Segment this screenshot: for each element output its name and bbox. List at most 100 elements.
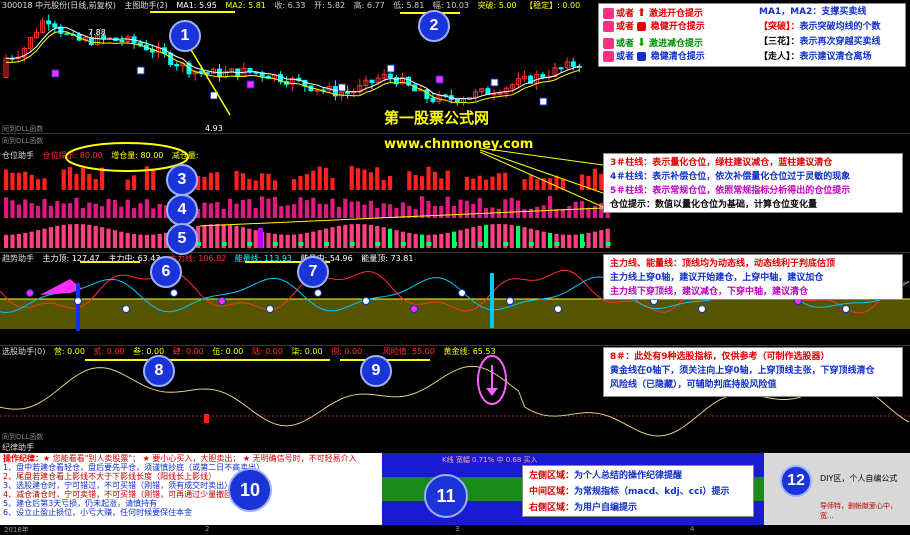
- diy-title: DIY区，个人自编公式: [820, 474, 898, 483]
- pink-square-icon: [603, 8, 614, 19]
- position-marker: [221, 242, 227, 246]
- position-bar: [528, 208, 533, 218]
- position-bar: [93, 203, 98, 218]
- position-bar: [228, 224, 233, 248]
- position-bar: [343, 224, 348, 248]
- position-marker: [298, 242, 304, 246]
- trend-dot: [842, 305, 850, 313]
- position-bar: [407, 171, 412, 190]
- position-bar: [119, 206, 124, 218]
- position-bar: [311, 231, 316, 248]
- position-bar: [432, 234, 437, 248]
- position-bar: [535, 206, 540, 218]
- position-bar: [375, 207, 380, 218]
- position-bar: [458, 199, 463, 218]
- position-bar: [215, 172, 220, 190]
- discipline-item: 5、建仓后第3天亏损，仍未起涨，请慎持有: [3, 499, 158, 508]
- position-bar: [42, 228, 47, 248]
- select-label: 柒: 0.00: [291, 347, 323, 356]
- position-bar: [432, 171, 437, 190]
- time-axis: 2018年 2 3 4: [0, 525, 910, 535]
- candle-body: [204, 72, 210, 75]
- position-bar: [394, 208, 399, 218]
- trend-notes: 主力线、能量线：顶线均为动态线，动态线利于判底估顶 主力线上穿0轴，建议开始建仓…: [603, 254, 903, 300]
- position-bar: [272, 180, 277, 190]
- position-bar: [599, 230, 604, 248]
- position-bar: [240, 173, 245, 190]
- discipline-left: 操作纪律：★ 您能看看"别人卖股票"； ★ 要小心买入，大胆卖出； ★ 无明确信…: [0, 453, 382, 525]
- position-bar: [208, 172, 213, 190]
- position-bar: [535, 179, 540, 190]
- legend-item-aggressive-reduce: 或者 ⬇ 激进减仓提示: [603, 35, 703, 50]
- position-bar: [330, 177, 335, 190]
- trend-dot: [506, 297, 514, 305]
- pink-square-icon: [603, 51, 614, 62]
- position-header: 仓位助手 仓位提示: 80.00 增仓量: 80.00 减仓量:: [2, 150, 205, 162]
- signal-marker: [435, 75, 444, 84]
- position-bar: [240, 199, 245, 218]
- position-bar: [272, 196, 277, 218]
- position-bar: [407, 232, 412, 248]
- position-bar: [528, 175, 533, 190]
- candlestick-chart[interactable]: [0, 0, 600, 133]
- position-bar: [311, 197, 316, 218]
- ohlc-amp: 幅: 10.03: [432, 1, 470, 10]
- trend-fill: [40, 279, 82, 295]
- position-bar: [125, 179, 130, 190]
- signal-marker: [539, 97, 548, 106]
- note-4: 4＃柱线：表示补偿仓位，依次补偿量化仓位过于灵敏的现象: [610, 170, 896, 184]
- position-bar: [221, 208, 226, 218]
- ma1-label: MA1: 5.95: [176, 1, 217, 10]
- callout-10: 10: [228, 468, 272, 512]
- position-bar: [541, 231, 546, 248]
- note-key: 5＃柱线：: [610, 186, 653, 196]
- position-bar: [215, 224, 220, 248]
- callout-7: 7: [297, 256, 329, 288]
- position-bar: [100, 206, 105, 218]
- position-bar: [336, 225, 341, 248]
- legend-text: 激进减仓提示: [648, 39, 703, 49]
- position-bar: [247, 199, 252, 218]
- position-bar: [439, 233, 444, 248]
- trend-note: 主力线下穿顶线，建议减仓，下穿中轴，建议清仓: [610, 287, 809, 297]
- position-bar: [567, 234, 572, 248]
- position-bar: [388, 175, 393, 190]
- select-marker: [204, 414, 209, 423]
- position-bar: [298, 197, 303, 218]
- position-bar: [260, 173, 265, 190]
- legend-key: 【三花】：: [759, 37, 800, 47]
- ohlc-close: 收: 6.33: [274, 1, 306, 10]
- select-label: 伍: 0.00: [212, 347, 244, 356]
- gold-line-value: 黄金线: 65.53: [443, 347, 496, 356]
- position-marker: [528, 242, 534, 246]
- legend-exit: 【走人】：表示建议清仓离场: [759, 50, 872, 65]
- position-bar: [522, 209, 527, 218]
- legend-desc: 支撑买卖线: [821, 7, 867, 17]
- callout-1: 1: [169, 20, 201, 52]
- candle-body: [168, 52, 174, 65]
- note-hint: 仓位提示：数值以量化仓位为基础，计算仓位变化量: [610, 198, 896, 212]
- trend-dot: [698, 305, 706, 313]
- position-bar: [48, 205, 53, 218]
- position-bar: [426, 234, 431, 248]
- legend-item-steady-open: 或者 稳健开仓提示: [603, 20, 705, 35]
- flag-breakout: 突破: 5.00: [477, 1, 517, 10]
- signal-marker: [386, 64, 395, 73]
- green-down-arrow-icon: ⬇: [636, 36, 647, 49]
- position-bar: [74, 224, 79, 248]
- position-bar: [157, 233, 162, 248]
- position-bar: [516, 225, 521, 248]
- position-bar: [394, 230, 399, 248]
- position-notes: 3＃柱线：表示量化仓位，绿柱建议减仓，蓝柱建议清仓 4＃柱线：表示补偿仓位，依次…: [603, 153, 903, 213]
- note-key: 仓位提示：: [610, 200, 656, 210]
- position-hint: 仓位提示: 80.00: [42, 151, 103, 160]
- position-bar: [522, 179, 527, 190]
- position-bar: [580, 201, 585, 218]
- position-bar: [324, 167, 329, 190]
- position-bar: [202, 224, 207, 248]
- red-up-arrow-icon: ⬆: [636, 6, 647, 19]
- position-bar: [496, 209, 501, 218]
- candle-body: [454, 98, 460, 103]
- signal-marker: [51, 69, 60, 78]
- position-marker: [605, 242, 611, 246]
